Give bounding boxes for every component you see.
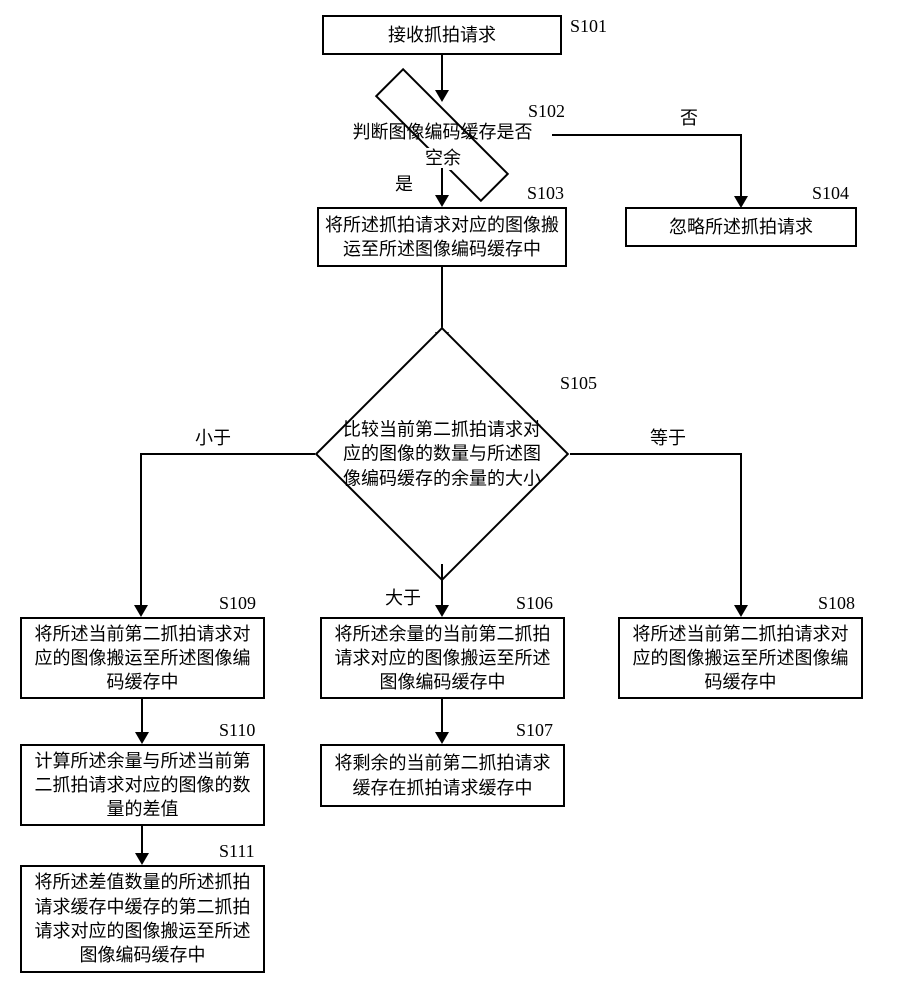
label-s104: S104 [812,183,849,205]
label-s103: S103 [527,183,564,205]
label-s110: S110 [219,720,255,742]
node-s109: 将所述当前第二抓拍请求对应的图像搬运至所述图像编码缓存中 [20,617,265,699]
edge-label-no: 否 [680,108,698,130]
label-s111: S111 [219,841,255,863]
label-s102: S102 [528,101,565,123]
node-s101: 接收抓拍请求 [322,15,562,55]
node-s111: 将所述差值数量的所述抓拍请求缓存中缓存的第二抓拍请求对应的图像搬运至所述图像编码… [20,865,265,973]
node-s111-text: 将所述差值数量的所述抓拍请求缓存中缓存的第二抓拍请求对应的图像搬运至所述图像编码… [28,870,257,967]
flowchart: 接收抓拍请求 S101 判断图像编码缓存是否 空余 S102 否 是 将所述抓拍… [0,0,901,1000]
label-s107: S107 [516,720,553,742]
label-s109: S109 [219,593,256,615]
node-s105: 比较当前第二抓拍请求对应的图像的数量与所述图像编码缓存的余量的大小 [292,344,592,564]
label-s108: S108 [818,593,855,615]
node-s103-text: 将所述抓拍请求对应的图像搬运至所述图像编码缓存中 [325,213,559,262]
node-s102-text: 判断图像编码缓存是否 [345,122,540,144]
label-s106: S106 [516,593,553,615]
node-s104-text: 忽略所述抓拍请求 [669,215,813,239]
edge-label-lt: 小于 [195,428,231,450]
edge-label-eq: 等于 [650,428,686,450]
label-s101: S101 [570,16,607,38]
node-s110-text: 计算所述余量与所述当前第二抓拍请求对应的图像的数量的差值 [28,749,257,822]
node-s106-text: 将所述余量的当前第二抓拍请求对应的图像搬运至所述图像编码缓存中 [328,622,557,695]
node-s103: 将所述抓拍请求对应的图像搬运至所述图像编码缓存中 [317,207,567,267]
edge-label-yes: 是 [395,174,413,196]
node-s110: 计算所述余量与所述当前第二抓拍请求对应的图像的数量的差值 [20,744,265,826]
edge-label-gt: 大于 [385,588,421,610]
label-s105: S105 [560,373,597,395]
node-s106: 将所述余量的当前第二抓拍请求对应的图像搬运至所述图像编码缓存中 [320,617,565,699]
node-s107: 将剩余的当前第二抓拍请求缓存在抓拍请求缓存中 [320,744,565,807]
node-s102-text2: 空余 [418,148,468,170]
node-s109-text: 将所述当前第二抓拍请求对应的图像搬运至所述图像编码缓存中 [28,622,257,695]
node-s107-text: 将剩余的当前第二抓拍请求缓存在抓拍请求缓存中 [328,751,557,800]
node-s101-text: 接收抓拍请求 [388,23,496,47]
node-s104: 忽略所述抓拍请求 [625,207,857,247]
node-s108-text: 将所述当前第二抓拍请求对应的图像搬运至所述图像编码缓存中 [626,622,855,695]
node-s108: 将所述当前第二抓拍请求对应的图像搬运至所述图像编码缓存中 [618,617,863,699]
